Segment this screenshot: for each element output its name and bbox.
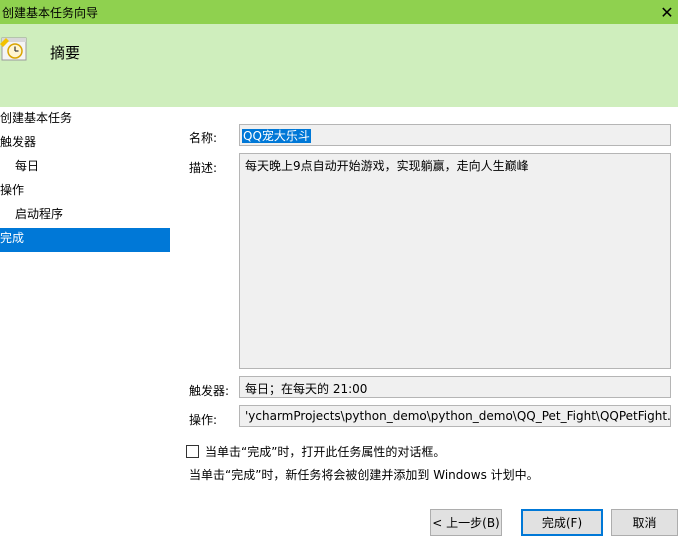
action-field[interactable]: 'ycharmProjects\python_demo\python_demo\… [239, 405, 671, 427]
finish-note: 当单击“完成”时，新任务将会被创建并添加到 Windows 计划中。 [189, 468, 539, 482]
open-properties-checkbox[interactable] [186, 445, 199, 458]
finish-button[interactable]: 完成(F) [521, 509, 603, 536]
step-finish[interactable]: 完成 [0, 228, 170, 252]
trigger-label: 触发器: [189, 384, 230, 398]
close-icon[interactable]: ✕ [656, 0, 678, 24]
window-title: 创建基本任务向导 [2, 5, 99, 20]
title-bar: 创建基本任务向导 ✕ [0, 0, 678, 24]
wizard-header: 摘要 [0, 24, 678, 107]
back-button[interactable]: < 上一步(B) [430, 509, 502, 536]
trigger-field[interactable]: 每日；在每天的 21:00 [239, 376, 671, 398]
clock-task-icon [0, 37, 27, 61]
open-properties-label[interactable]: 当单击“完成”时，打开此任务属性的对话框。 [205, 443, 445, 460]
step-trigger[interactable]: 触发器 [0, 132, 170, 156]
name-field[interactable]: QQ宠大乐斗 [239, 124, 671, 146]
cancel-button[interactable]: 取消 [611, 509, 678, 536]
action-label: 操作: [189, 413, 218, 427]
page-heading: 摘要 [50, 44, 81, 62]
step-start-program[interactable]: 启动程序 [0, 204, 170, 228]
description-field[interactable]: 每天晚上9点自动开始游戏，实现躺赢，走向人生巅峰 [239, 153, 671, 369]
name-label: 名称: [189, 131, 218, 145]
step-create-basic-task[interactable]: 创建基本任务 [0, 108, 170, 132]
wizard-steps: 创建基本任务 触发器 每日 操作 启动程序 完成 [0, 108, 170, 252]
name-value: QQ宠大乐斗 [242, 129, 311, 143]
step-daily[interactable]: 每日 [0, 156, 170, 180]
step-action[interactable]: 操作 [0, 180, 170, 204]
description-label: 描述: [189, 161, 218, 175]
